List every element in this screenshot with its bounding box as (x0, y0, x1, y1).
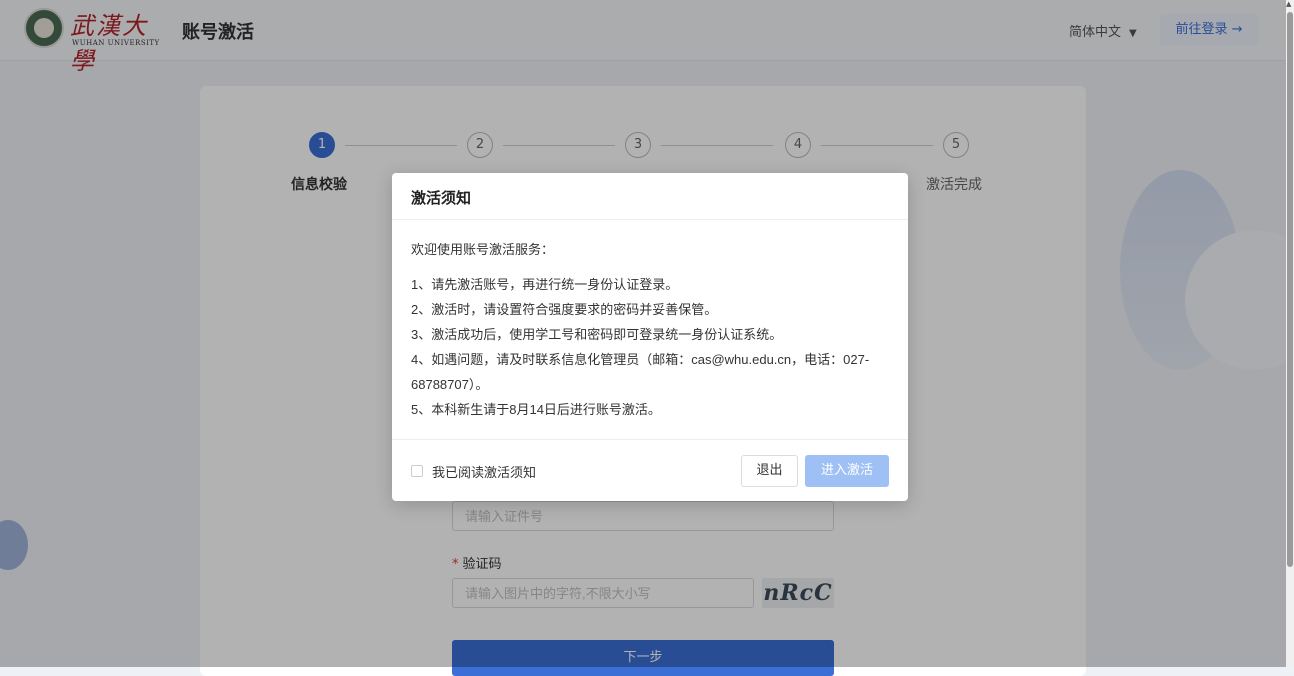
notice-item: 3、激活成功后，使用学工号和密码即可登录统一身份认证系统。 (411, 327, 783, 342)
dialog-title: 激活须知 (411, 189, 472, 207)
dialog-footer: 我已阅读激活须知 退出 进入激活 (392, 439, 908, 502)
notice-item: 2、激活时，请设置符合强度要求的密码并妥善保管。 (411, 302, 718, 317)
dialog-header: 激活须知 (392, 173, 908, 220)
read-notice-label[interactable]: 我已阅读激活须知 (432, 462, 536, 481)
exit-button[interactable]: 退出 (741, 455, 798, 487)
dialog-body: 欢迎使用账号激活服务： 1、请先激活账号，再进行统一身份认证登录。 2、激活时，… (411, 239, 891, 422)
dialog-intro: 欢迎使用账号激活服务： (411, 242, 555, 257)
scroll-up-arrow-icon[interactable]: ▲ (1286, 0, 1291, 8)
notice-item: 4、如遇问题，请及时联系信息化管理员（邮箱：cas@whu.edu.cn，电话：… (411, 352, 870, 392)
page-scrollbar[interactable]: ▲ (1286, 0, 1294, 667)
notice-item: 5、本科新生请于8月14日后进行账号激活。 (411, 402, 661, 417)
activation-notice-dialog: 激活须知 欢迎使用账号激活服务： 1、请先激活账号，再进行统一身份认证登录。 2… (392, 173, 908, 501)
scrollbar-thumb[interactable] (1287, 12, 1293, 567)
read-notice-checkbox[interactable] (411, 465, 423, 477)
enter-activation-button[interactable]: 进入激活 (805, 455, 889, 487)
notice-item: 1、请先激活账号，再进行统一身份认证登录。 (411, 277, 679, 292)
